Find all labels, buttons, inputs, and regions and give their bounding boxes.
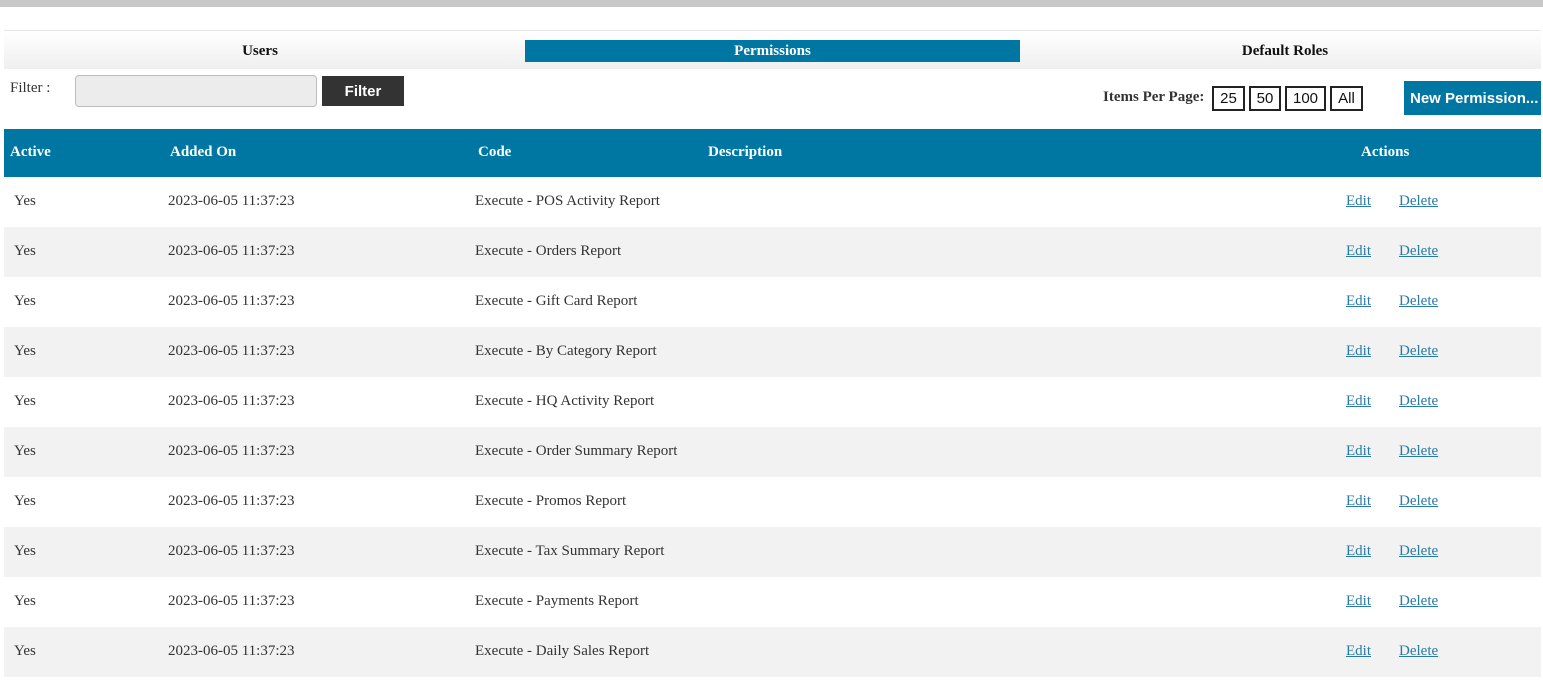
cell-code: Execute - Orders Report <box>475 243 622 259</box>
cell-added-on: 2023-06-05 11:37:23 <box>168 193 295 209</box>
cell-active: Yes <box>14 593 36 609</box>
delete-link[interactable]: Delete <box>1399 593 1438 610</box>
tab-permissions[interactable]: Permissions <box>525 40 1020 62</box>
cell-added-on: 2023-06-05 11:37:23 <box>168 493 295 509</box>
table-row: Yes 2023-06-05 11:37:23 Execute - Tax Su… <box>4 527 1541 577</box>
header-code[interactable]: Code <box>478 144 511 161</box>
table-row: Yes 2023-06-05 11:37:23 Execute - Daily … <box>4 627 1541 677</box>
items-per-page-25[interactable]: 25 <box>1212 86 1245 111</box>
cell-code: Execute - HQ Activity Report <box>475 393 655 409</box>
cell-added-on: 2023-06-05 11:37:23 <box>168 543 295 559</box>
cell-active: Yes <box>14 193 36 209</box>
cell-active: Yes <box>14 343 36 359</box>
table-row: Yes 2023-06-05 11:37:23 Execute - Gift C… <box>4 277 1541 327</box>
items-per-page-50[interactable]: 50 <box>1249 86 1281 111</box>
filter-button[interactable]: Filter <box>322 76 404 106</box>
cell-code: Execute - Tax Summary Report <box>475 543 665 559</box>
delete-link[interactable]: Delete <box>1399 293 1438 310</box>
delete-link[interactable]: Delete <box>1399 243 1438 260</box>
delete-link[interactable]: Delete <box>1399 443 1438 460</box>
cell-code: Execute - By Category Report <box>475 343 657 359</box>
table-row: Yes 2023-06-05 11:37:23 Execute - Orders… <box>4 227 1541 277</box>
cell-added-on: 2023-06-05 11:37:23 <box>168 593 295 609</box>
table-row: Yes 2023-06-05 11:37:23 Execute - By Cat… <box>4 327 1541 377</box>
table-row: Yes 2023-06-05 11:37:23 Execute - Paymen… <box>4 577 1541 627</box>
table-row: Yes 2023-06-05 11:37:23 Execute - Order … <box>4 427 1541 477</box>
edit-link[interactable]: Edit <box>1346 243 1371 260</box>
tab-bar: Users Permissions Default Roles <box>4 30 1541 69</box>
filter-label: Filter : <box>10 80 51 96</box>
cell-active: Yes <box>14 393 36 409</box>
new-permission-button[interactable]: New Permission... <box>1404 81 1541 115</box>
permissions-table-body: Yes 2023-06-05 11:37:23 Execute - POS Ac… <box>4 177 1541 677</box>
header-description[interactable]: Description <box>708 144 782 161</box>
table-header: Active Added On Code Description Actions <box>4 129 1541 177</box>
cell-code: Execute - Order Summary Report <box>475 443 678 459</box>
cell-added-on: 2023-06-05 11:37:23 <box>168 393 295 409</box>
table-row: Yes 2023-06-05 11:37:23 Execute - POS Ac… <box>4 177 1541 227</box>
cell-active: Yes <box>14 243 36 259</box>
edit-link[interactable]: Edit <box>1346 643 1371 660</box>
header-added-on[interactable]: Added On <box>170 144 236 161</box>
items-per-page-100[interactable]: 100 <box>1285 86 1326 111</box>
edit-link[interactable]: Edit <box>1346 293 1371 310</box>
delete-link[interactable]: Delete <box>1399 643 1438 660</box>
cell-added-on: 2023-06-05 11:37:23 <box>168 293 295 309</box>
delete-link[interactable]: Delete <box>1399 193 1438 210</box>
cell-active: Yes <box>14 643 36 659</box>
header-actions: Actions <box>1361 144 1410 160</box>
cell-added-on: 2023-06-05 11:37:23 <box>168 643 295 659</box>
tab-default-roles[interactable]: Default Roles <box>1029 40 1541 62</box>
edit-link[interactable]: Edit <box>1346 193 1371 210</box>
edit-link[interactable]: Edit <box>1346 593 1371 610</box>
edit-link[interactable]: Edit <box>1346 443 1371 460</box>
cell-code: Execute - Payments Report <box>475 593 639 609</box>
cell-code: Execute - Daily Sales Report <box>475 643 650 659</box>
cell-added-on: 2023-06-05 11:37:23 <box>168 243 295 259</box>
edit-link[interactable]: Edit <box>1346 493 1371 510</box>
cell-added-on: 2023-06-05 11:37:23 <box>168 343 295 359</box>
tab-users[interactable]: Users <box>4 40 516 62</box>
edit-link[interactable]: Edit <box>1346 343 1371 360</box>
filter-input[interactable] <box>75 75 317 107</box>
header-active[interactable]: Active <box>10 144 51 161</box>
delete-link[interactable]: Delete <box>1399 393 1438 410</box>
cell-code: Execute - Promos Report <box>475 493 627 509</box>
top-scroll-bar <box>0 0 1543 7</box>
delete-link[interactable]: Delete <box>1399 493 1438 510</box>
cell-code: Execute - POS Activity Report <box>475 193 660 209</box>
cell-active: Yes <box>14 493 36 509</box>
delete-link[interactable]: Delete <box>1399 543 1438 560</box>
cell-active: Yes <box>14 293 36 309</box>
cell-active: Yes <box>14 543 36 559</box>
items-per-page-label: Items Per Page: <box>1103 89 1205 105</box>
edit-link[interactable]: Edit <box>1346 543 1371 560</box>
table-row: Yes 2023-06-05 11:37:23 Execute - HQ Act… <box>4 377 1541 427</box>
cell-code: Execute - Gift Card Report <box>475 293 638 309</box>
cell-active: Yes <box>14 443 36 459</box>
cell-added-on: 2023-06-05 11:37:23 <box>168 443 295 459</box>
delete-link[interactable]: Delete <box>1399 343 1438 360</box>
edit-link[interactable]: Edit <box>1346 393 1371 410</box>
items-per-page-all[interactable]: All <box>1330 86 1363 111</box>
table-row: Yes 2023-06-05 11:37:23 Execute - Promos… <box>4 477 1541 527</box>
